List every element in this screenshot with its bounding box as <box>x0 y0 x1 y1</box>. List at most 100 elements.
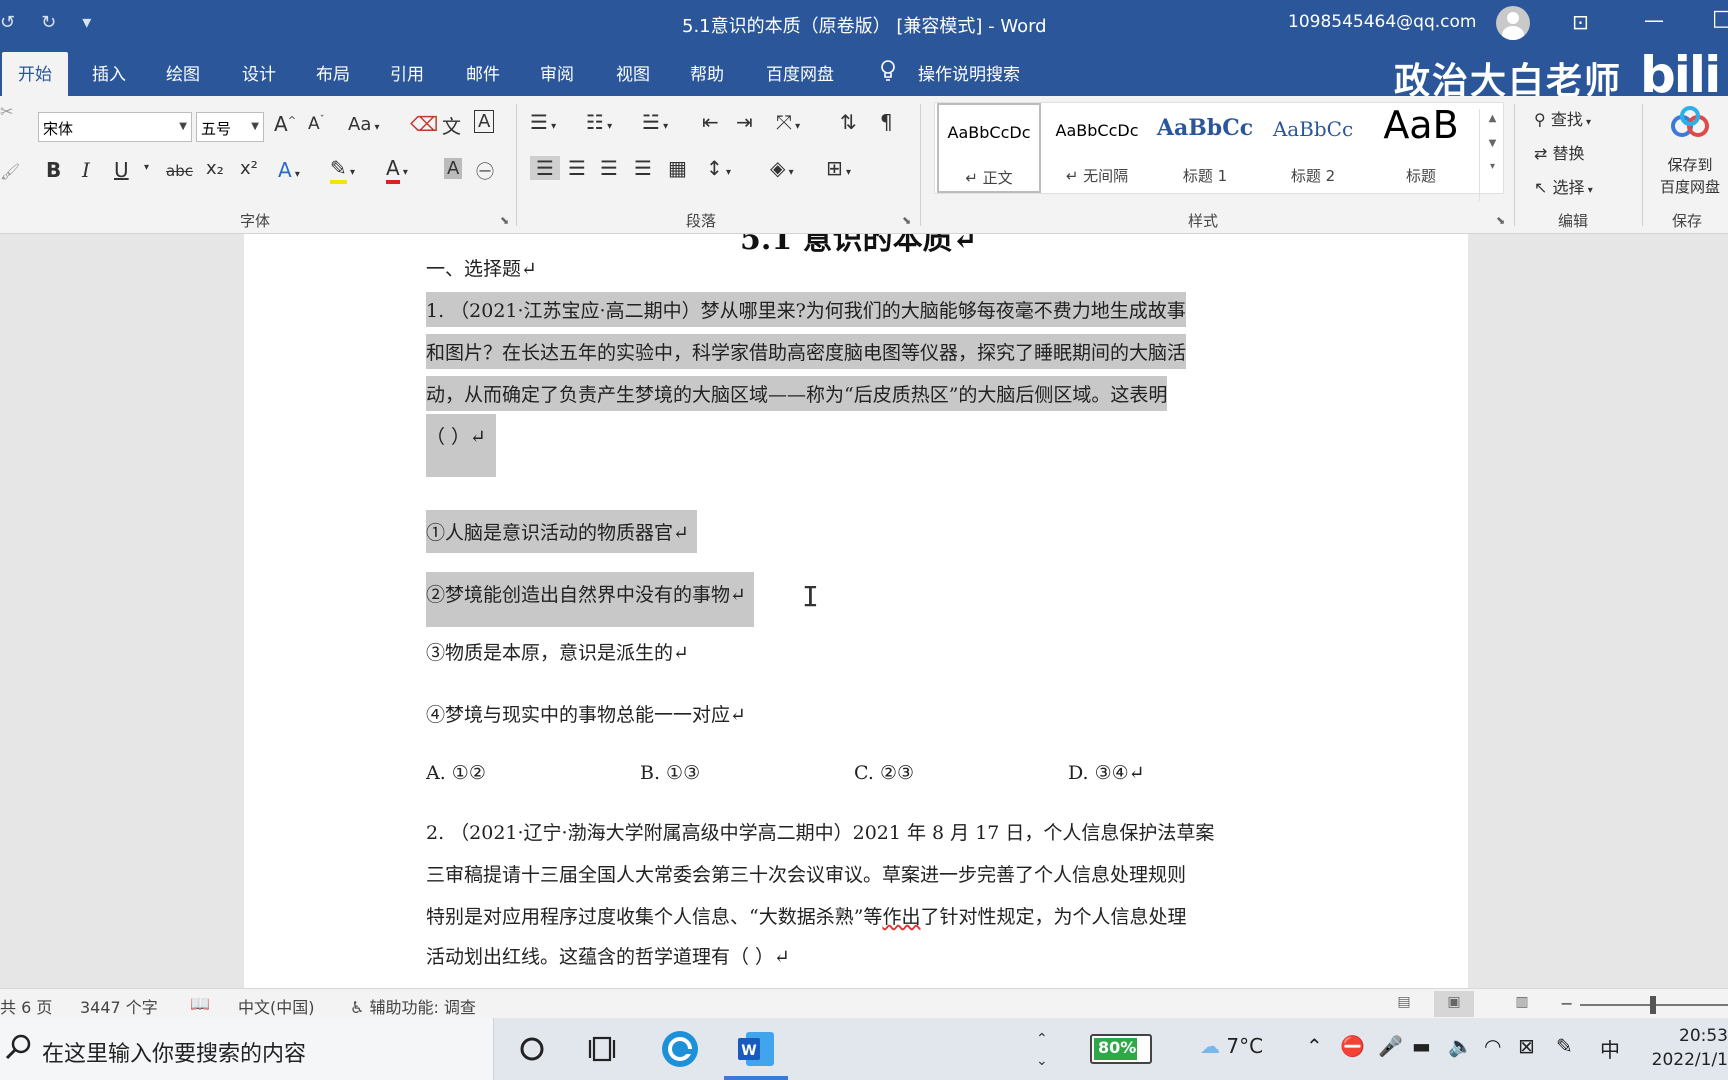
tray-overflow-scroll[interactable]: ⌃ ⌄ <box>1036 1028 1048 1072</box>
pen-icon[interactable]: ✎ <box>1556 1034 1573 1058</box>
subscript-button[interactable]: x₂ <box>206 158 224 179</box>
font-name-select[interactable]: 宋体 ▼ <box>38 112 192 142</box>
spelling-flag[interactable]: 作出 <box>882 906 920 928</box>
styles-scroll[interactable]: ▲ ▼ ▾ <box>1479 109 1505 201</box>
redo-icon[interactable]: ↻ <box>41 12 56 33</box>
paste-icon[interactable]: ✂ <box>0 102 13 121</box>
language-indicator[interactable]: 中文(中国) <box>238 994 315 1018</box>
borders-icon[interactable]: ⊞ ▾ <box>826 156 851 180</box>
sort-icon[interactable]: ⇅ <box>840 110 857 134</box>
network-icon[interactable]: ◠ <box>1484 1034 1501 1058</box>
tab-references[interactable]: 引用 <box>390 60 424 85</box>
chevron-up-icon[interactable]: ▲ <box>1480 109 1505 124</box>
decrease-indent-icon[interactable]: ⇤ <box>702 110 719 134</box>
style-no-spacing[interactable]: AaBbCcDc ↵ 无间隔 <box>1045 103 1149 193</box>
text-effects-icon[interactable]: A ▾ <box>278 158 300 182</box>
account-name[interactable]: 1098545464@qq.com <box>1288 12 1476 32</box>
italic-button[interactable]: I <box>82 158 90 182</box>
show-hidden-icons-icon[interactable]: ⌃ <box>1306 1034 1323 1058</box>
baidu-netdisk-icon[interactable] <box>1668 106 1712 142</box>
paragraph-dialog-launcher-icon[interactable]: ⬊ <box>902 214 911 227</box>
phonetic-guide-icon[interactable]: 文 <box>442 112 461 139</box>
tell-me-search[interactable]: 操作说明搜索 <box>918 60 1020 85</box>
justify-icon[interactable]: ☰ <box>634 156 652 180</box>
font-size-select[interactable]: 五号 ▼ <box>196 112 264 142</box>
document-area[interactable]: 5.1 意识的本质↵ 一、选择题↵ 1. （2021·江苏宝应·高二期中）梦从哪… <box>0 234 1728 988</box>
align-left-icon[interactable]: ☰ <box>530 156 560 180</box>
style-title[interactable]: AaB 标题 <box>1369 103 1473 193</box>
edge-browser-icon[interactable] <box>656 1026 704 1072</box>
style-heading-2[interactable]: AaBbCc 标题 2 <box>1261 103 1365 193</box>
undo-icon[interactable]: ↺ <box>0 12 15 33</box>
style-normal[interactable]: AaBbCcDc ↵ 正文 <box>937 103 1041 193</box>
shading-icon[interactable]: ◈ ▾ <box>770 156 794 180</box>
change-case-button[interactable]: Aa ▾ <box>348 114 380 135</box>
security-icon[interactable]: ⛔ <box>1340 1034 1365 1058</box>
proofing-icon[interactable]: 📖 <box>190 994 210 1013</box>
align-center-icon[interactable]: ☰ <box>568 156 586 180</box>
character-border-icon[interactable]: A <box>474 110 495 133</box>
tab-view[interactable]: 视图 <box>616 60 650 85</box>
superscript-button[interactable]: x² <box>240 158 258 179</box>
increase-indent-icon[interactable]: ⇥ <box>736 110 753 134</box>
volume-icon[interactable]: 🔈 <box>1448 1034 1473 1058</box>
bold-button[interactable]: B <box>46 158 61 182</box>
select-button[interactable]: ↖ 选择 ▾ <box>1534 174 1593 198</box>
save-to-baidu-button[interactable]: 保存到 百度网盘 <box>1650 154 1728 198</box>
bullets-icon[interactable]: ☰ ▾ <box>530 110 556 134</box>
word-count[interactable]: 3447 个字 <box>80 994 158 1018</box>
system-clock[interactable]: 20:53 2022/1/1 <box>1640 1024 1728 1072</box>
input-method-indicator[interactable]: 中 <box>1600 1034 1620 1063</box>
read-mode-button[interactable]: ▤ <box>1384 991 1424 1017</box>
tab-baidu-netdisk[interactable]: 百度网盘 <box>766 60 834 85</box>
shrink-font-button[interactable]: Aˇ <box>308 114 325 134</box>
line-spacing-icon[interactable]: ↕ ▾ <box>706 156 731 180</box>
enclose-characters-icon[interactable]: ㊀ <box>476 158 494 184</box>
print-layout-button[interactable]: ▣ <box>1434 991 1474 1017</box>
numbering-icon[interactable]: ☷ ▾ <box>586 110 612 134</box>
tab-design[interactable]: 设计 <box>242 60 276 85</box>
underline-button[interactable]: U <box>114 158 129 182</box>
task-view-icon[interactable] <box>580 1026 628 1072</box>
more-styles-icon[interactable]: ▾ <box>1480 149 1505 172</box>
style-heading-1[interactable]: AaBbCc 标题 1 <box>1153 103 1257 193</box>
underline-dropdown-icon[interactable]: ▾ <box>144 162 149 173</box>
highlight-icon[interactable]: ✎ ▾ <box>330 156 355 184</box>
restore-icon[interactable]: □ <box>1712 6 1728 31</box>
grow-font-button[interactable]: A^ <box>274 112 296 136</box>
customize-quick-access-icon[interactable]: ▾ <box>82 12 91 33</box>
show-marks-icon[interactable]: ¶ <box>880 110 893 134</box>
word-app-icon[interactable]: W <box>732 1026 780 1072</box>
weather-widget[interactable]: ☁ 7°C <box>1200 1034 1263 1058</box>
tab-review[interactable]: 审阅 <box>540 60 574 85</box>
replace-button[interactable]: ⇄ 替换 <box>1534 140 1585 164</box>
strikethrough-button[interactable]: abc <box>166 162 193 180</box>
tab-mailings[interactable]: 邮件 <box>466 60 500 85</box>
tab-insert[interactable]: 插入 <box>92 60 126 85</box>
font-color-icon[interactable]: A ▾ <box>386 156 408 184</box>
multilevel-list-icon[interactable]: ☱ ▾ <box>642 110 668 134</box>
cortana-icon[interactable] <box>508 1026 556 1072</box>
battery-tray-icon[interactable]: ▬ <box>1412 1034 1431 1058</box>
clear-formatting-icon[interactable]: ⌫ <box>410 112 438 136</box>
minimize-icon[interactable]: — <box>1644 8 1664 32</box>
character-shading-icon[interactable]: A <box>444 158 463 179</box>
find-button[interactable]: ⚲ 查找 ▾ <box>1534 106 1591 130</box>
accessibility-status[interactable]: ♿ 辅助功能: 调查 <box>350 994 476 1018</box>
align-right-icon[interactable]: ☰ <box>600 156 618 180</box>
asian-layout-icon[interactable]: ⤧ ▾ <box>776 110 800 134</box>
zoom-out-button[interactable]: − <box>1560 994 1573 1013</box>
tab-help[interactable]: 帮助 <box>690 60 724 85</box>
tab-draw[interactable]: 绘图 <box>166 60 200 85</box>
zoom-slider-handle[interactable] <box>1650 996 1656 1014</box>
microphone-icon[interactable]: 🎤 <box>1378 1034 1403 1058</box>
tab-home[interactable]: 开始 <box>2 52 68 96</box>
tab-layout[interactable]: 布局 <box>316 60 350 85</box>
screen-icon[interactable]: ⊠ <box>1518 1034 1535 1058</box>
taskbar-search[interactable]: 在这里输入你要搜索的内容 <box>0 1018 494 1080</box>
ribbon-display-options-icon[interactable]: ⊡ <box>1572 10 1589 34</box>
font-dialog-launcher-icon[interactable]: ⬊ <box>500 214 509 227</box>
distributed-icon[interactable]: ▦ <box>668 156 687 180</box>
format-painter-icon[interactable]: 🖌 <box>0 162 20 181</box>
page-count[interactable]: 共 6 页 <box>0 994 52 1018</box>
